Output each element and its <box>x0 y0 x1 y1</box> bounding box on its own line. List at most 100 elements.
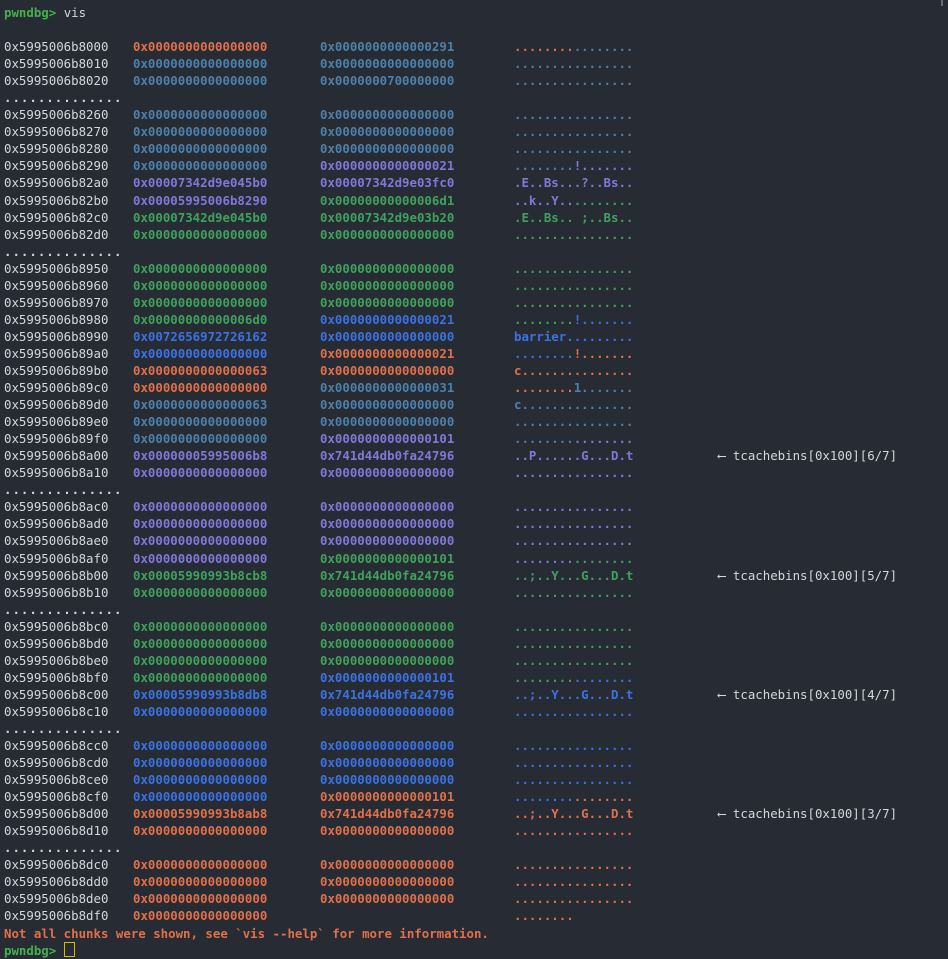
tcache-bin-note: ⟵ tcachebins[0x100][6/7] <box>718 447 897 464</box>
address-cell: 0x5995006b8af0 <box>4 550 108 567</box>
qword-value: 0x0000000000000000 <box>133 515 267 532</box>
ascii-half: ........ <box>514 380 574 395</box>
terminal[interactable]: pwndbg> vis 0x5995006b80000x000000000000… <box>0 0 948 959</box>
address-cell: 0x5995006b8cf0 <box>4 788 108 805</box>
ascii-half: ........ <box>514 619 574 634</box>
memory-row: 0x5995006b8ac00x00000000000000000x000000… <box>0 498 948 515</box>
address-cell: 0x5995006b89c0 <box>4 379 108 396</box>
qword-value: 0x00005990993b8db8 <box>133 686 267 703</box>
blank-line <box>0 21 948 38</box>
qword-value: 0x0000000000000031 <box>320 379 454 396</box>
ascii-cell: ........1....... <box>514 379 633 396</box>
address-cell: 0x5995006b8bc0 <box>4 618 108 635</box>
memory-row: 0x5995006b8ad00x00000000000000000x000000… <box>0 515 948 532</box>
ascii-cell: ..;..Y...G...D.t <box>514 686 633 703</box>
truncation-dots: .............. <box>4 89 122 106</box>
prompt-line: pwndbg> <box>0 942 948 959</box>
footer-message-row: Not all chunks were shown, see `vis --he… <box>0 925 948 942</box>
memory-row: 0x5995006b82600x00000000000000000x000000… <box>0 106 948 123</box>
ascii-half: ........ <box>514 141 574 156</box>
ascii-cell: ................ <box>514 873 633 890</box>
truncation-row: .............. <box>0 243 948 260</box>
ascii-cell: ................ <box>514 38 633 55</box>
qword-value: 0x00000000000006d1 <box>320 192 454 209</box>
qword-value: 0x0000000000000000 <box>133 703 267 720</box>
qword-value: 0x0000000000000000 <box>133 669 267 686</box>
address-cell: 0x5995006b8b00 <box>4 567 108 584</box>
ascii-half: ........ <box>514 908 574 923</box>
ascii-cell: ................ <box>514 464 633 481</box>
memory-row: 0x5995006b89900x00726569727261620x000000… <box>0 328 948 345</box>
ascii-cell: ................ <box>514 822 633 839</box>
qword-value: 0x741d44db0fa24796 <box>320 447 454 464</box>
memory-row: 0x5995006b8ce00x00000000000000000x000000… <box>0 771 948 788</box>
qword-value: 0x0000000000000000 <box>320 464 454 481</box>
address-cell: 0x5995006b89d0 <box>4 396 108 413</box>
qword-value: 0x0000000000000000 <box>133 379 267 396</box>
address-cell: 0x5995006b8b10 <box>4 584 108 601</box>
memory-row: 0x5995006b89800x00000000000006d00x000000… <box>0 311 948 328</box>
spacer <box>56 5 63 20</box>
address-cell: 0x5995006b8de0 <box>4 890 108 907</box>
truncation-dots: .............. <box>4 481 122 498</box>
qword-value: 0x00007342d9e03b20 <box>320 209 454 226</box>
qword-value: 0x0000000000000000 <box>133 754 267 771</box>
qword-value: 0x0000000000000000 <box>320 754 454 771</box>
truncation-dots: .............. <box>4 243 122 260</box>
ascii-half: ........ <box>514 789 574 804</box>
terminal-cursor[interactable] <box>64 942 75 957</box>
ascii-half: ........ <box>574 39 634 54</box>
qword-value: 0x0000000000000000 <box>133 635 267 652</box>
qword-value: 0x0000000000000000 <box>133 856 267 873</box>
qword-value: 0x00007342d9e045b0 <box>133 209 267 226</box>
ascii-half: ........ <box>574 823 634 838</box>
memory-row: 0x5995006b89d00x00000000000000630x000000… <box>0 396 948 413</box>
ascii-half: 1....... <box>574 380 634 395</box>
qword-value: 0x0000000000000000 <box>133 72 267 89</box>
qword-value: 0x0000000000000000 <box>320 277 454 294</box>
ascii-half: ........ <box>574 755 634 770</box>
ascii-cell: ................ <box>514 55 633 72</box>
qword-value: 0x0000000000000000 <box>320 362 454 379</box>
ascii-half: ........ <box>574 278 634 293</box>
ascii-half: ........ <box>514 874 574 889</box>
ascii-half: ........ <box>514 227 574 242</box>
address-cell: 0x5995006b82c0 <box>4 209 108 226</box>
memory-row: 0x5995006b82d00x00000000000000000x000000… <box>0 226 948 243</box>
tcache-bin-note: ⟵ tcachebins[0x100][4/7] <box>718 686 897 703</box>
qword-value: 0x0000000000000000 <box>320 635 454 652</box>
ascii-cell: ................ <box>514 890 633 907</box>
qword-value: 0x0000000000000000 <box>320 123 454 140</box>
qword-value: 0x0000000000000000 <box>320 55 454 72</box>
qword-value: 0x0000000000000000 <box>133 890 267 907</box>
address-cell: 0x5995006b8990 <box>4 328 108 345</box>
qword-value: 0x0000000000000063 <box>133 396 267 413</box>
truncation-row: .............. <box>0 89 948 106</box>
ascii-half: ........ <box>574 857 634 872</box>
ascii-cell: ........ <box>514 907 574 924</box>
qword-value: 0x00005995006b8290 <box>133 192 267 209</box>
memory-row: 0x5995006b89700x00000000000000000x000000… <box>0 294 948 311</box>
truncation-row: .............. <box>0 601 948 618</box>
ascii-half: ........ <box>574 431 634 446</box>
ascii-half: ........ <box>514 670 574 685</box>
qword-value: 0x0000000000000000 <box>133 106 267 123</box>
ascii-half: ........ <box>514 653 574 668</box>
ascii-cell: ................ <box>514 635 633 652</box>
qword-value: 0x0000000000000000 <box>320 737 454 754</box>
memory-row: 0x5995006b8b100x00000000000000000x000000… <box>0 584 948 601</box>
qword-value: 0x0000000000000000 <box>133 226 267 243</box>
ascii-half: ........ <box>574 533 634 548</box>
ascii-cell: ................ <box>514 550 633 567</box>
ascii-cell: c............... <box>514 396 633 413</box>
ascii-half: ........ <box>514 278 574 293</box>
memory-row: 0x5995006b8df00x0000000000000000........ <box>0 907 948 924</box>
qword-value: 0x0000000000000000 <box>320 618 454 635</box>
ascii-cell: ................ <box>514 498 633 515</box>
scrollbar-thumb[interactable] <box>941 0 943 6</box>
ascii-half: ........ <box>574 141 634 156</box>
qword-value: 0x00000000000006d0 <box>133 311 267 328</box>
ascii-half: ........ <box>514 636 574 651</box>
memory-row: 0x5995006b89e00x00000000000000000x000000… <box>0 413 948 430</box>
ascii-half: ........ <box>514 772 574 787</box>
